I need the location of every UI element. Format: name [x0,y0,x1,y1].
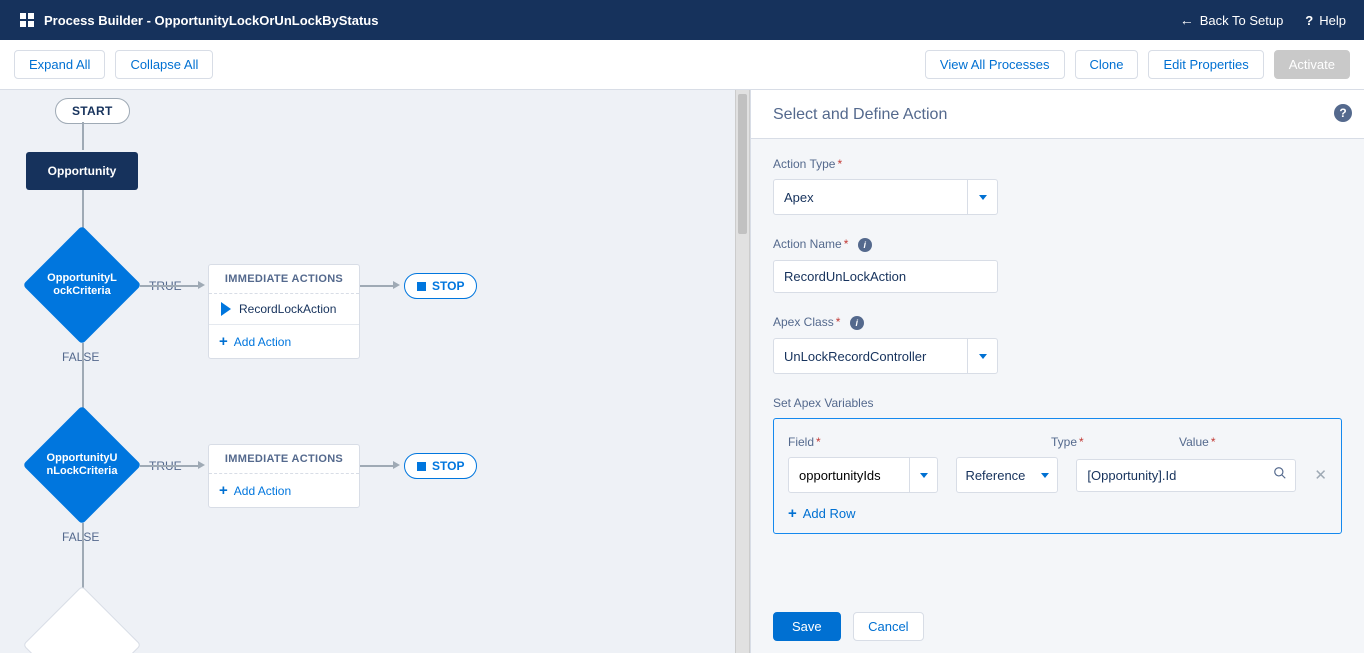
search-icon[interactable] [1273,466,1287,485]
add-action-button-2[interactable]: + Add Action [209,474,359,507]
caret-down-icon [979,354,987,359]
stop-label: STOP [432,459,464,473]
back-arrow-icon: ← [1180,12,1194,28]
flow-connector [360,285,395,287]
arrow-icon [198,281,205,289]
immediate-actions-card-1: IMMEDIATE ACTIONS RecordLockAction + Add… [208,264,360,359]
panel-title: Select and Define Action [773,106,947,124]
action-type-label-text: Action Type [773,157,835,171]
col-type-label: Type* [1051,435,1084,449]
apex-class-value: UnLockRecordController [774,341,967,372]
false-label-2: FALSE [62,530,99,544]
stop-node-2[interactable]: STOP [404,453,477,479]
save-button[interactable]: Save [773,612,841,641]
header-title: Process Builder - OpportunityLockOrUnLoc… [44,13,378,28]
apex-action-icon [221,302,231,316]
criteria-1-label: OpportunityLockCriteria [44,272,120,297]
flow-connector [82,122,84,150]
immediate-actions-header: IMMEDIATE ACTIONS [209,265,359,294]
flow-connector [360,465,395,467]
apex-class-select[interactable]: UnLockRecordController [773,338,998,374]
col-value-label: Value* [1179,435,1215,449]
help-link[interactable]: ? Help [1305,13,1346,28]
panel-help-icon[interactable]: ? [1334,104,1352,122]
action-type-select[interactable]: Apex [773,179,998,215]
add-row-label: Add Row [803,506,856,521]
scrollbar-thumb[interactable] [738,94,747,234]
action-type-value: Apex [774,182,967,213]
var-value-input-wrap[interactable] [1076,459,1296,492]
back-to-setup-link[interactable]: ← Back To Setup [1180,12,1284,28]
action-name-label-text: Action Name [773,237,842,251]
activate-button: Activate [1274,50,1350,79]
action-item-label: RecordLockAction [239,302,336,316]
plus-icon: + [788,505,797,522]
col-field-label: Field* [788,435,821,449]
flow-connector [140,285,200,287]
back-to-setup-label: Back To Setup [1200,13,1284,28]
apex-variables-box: Field* Type* Value* opportunityIds Refer… [773,418,1342,534]
immediate-actions-card-2: IMMEDIATE ACTIONS + Add Action [208,444,360,508]
help-label: Help [1319,13,1346,28]
criteria-2-label: OpportunityUnLockCriteria [44,452,120,477]
stop-icon [417,462,426,471]
plus-icon: + [219,333,228,350]
caret-down-icon [920,473,928,478]
object-node[interactable]: Opportunity [26,152,138,190]
arrow-icon [393,461,400,469]
apex-variable-row: opportunityIds Reference [788,457,1327,493]
start-node: START [55,98,130,124]
edit-properties-button[interactable]: Edit Properties [1148,50,1263,79]
flow-connector [82,523,84,588]
canvas-scrollbar[interactable] [735,90,750,653]
stop-icon [417,282,426,291]
apex-class-label-text: Apex Class [773,315,834,329]
remove-row-button[interactable]: ✕ [1314,466,1327,484]
info-icon[interactable]: i [858,238,872,252]
collapse-all-button[interactable]: Collapse All [115,50,213,79]
var-type-caret[interactable] [1033,458,1057,492]
apex-class-caret[interactable] [967,339,997,373]
action-type-caret[interactable] [967,180,997,214]
flow-connector [140,465,200,467]
var-field-value: opportunityIds [789,460,909,491]
var-field-caret[interactable] [909,458,937,492]
immediate-actions-header-2: IMMEDIATE ACTIONS [209,445,359,474]
var-value-input[interactable] [1077,460,1273,491]
add-action-button-1[interactable]: + Add Action [209,325,359,358]
expand-all-button[interactable]: Expand All [14,50,105,79]
add-row-button[interactable]: + Add Row [788,505,856,522]
view-all-processes-button[interactable]: View All Processes [925,50,1065,79]
stop-node-1[interactable]: STOP [404,273,477,299]
var-type-select[interactable]: Reference [956,457,1058,493]
arrow-icon [198,461,205,469]
action-item-recordlockaction[interactable]: RecordLockAction [209,294,359,325]
var-field-select[interactable]: opportunityIds [788,457,938,493]
clone-button[interactable]: Clone [1075,50,1139,79]
help-question-icon: ? [1305,13,1313,28]
process-canvas[interactable]: START Opportunity OpportunityLockCriteri… [0,90,735,653]
flow-connector [82,190,84,228]
plus-icon: + [219,482,228,499]
app-icon [18,11,36,29]
set-apex-variables-label: Set Apex Variables [773,396,1342,410]
action-name-input[interactable] [773,260,998,293]
add-action-label: Add Action [234,484,291,498]
apex-class-label: Apex Class* i [773,315,1342,330]
caret-down-icon [1041,473,1049,478]
arrow-icon [393,281,400,289]
cancel-button[interactable]: Cancel [853,612,923,641]
action-name-label: Action Name* i [773,237,1342,252]
caret-down-icon [979,195,987,200]
criteria-node-1[interactable]: OpportunityLockCriteria [22,225,142,345]
false-label-1: FALSE [62,350,99,364]
info-icon[interactable]: i [850,316,864,330]
flow-connector [82,343,84,408]
action-type-label: Action Type* [773,157,1342,171]
add-action-label: Add Action [234,335,291,349]
var-type-value: Reference [957,460,1033,491]
criteria-node-2[interactable]: OpportunityUnLockCriteria [22,405,142,525]
stop-label: STOP [432,279,464,293]
